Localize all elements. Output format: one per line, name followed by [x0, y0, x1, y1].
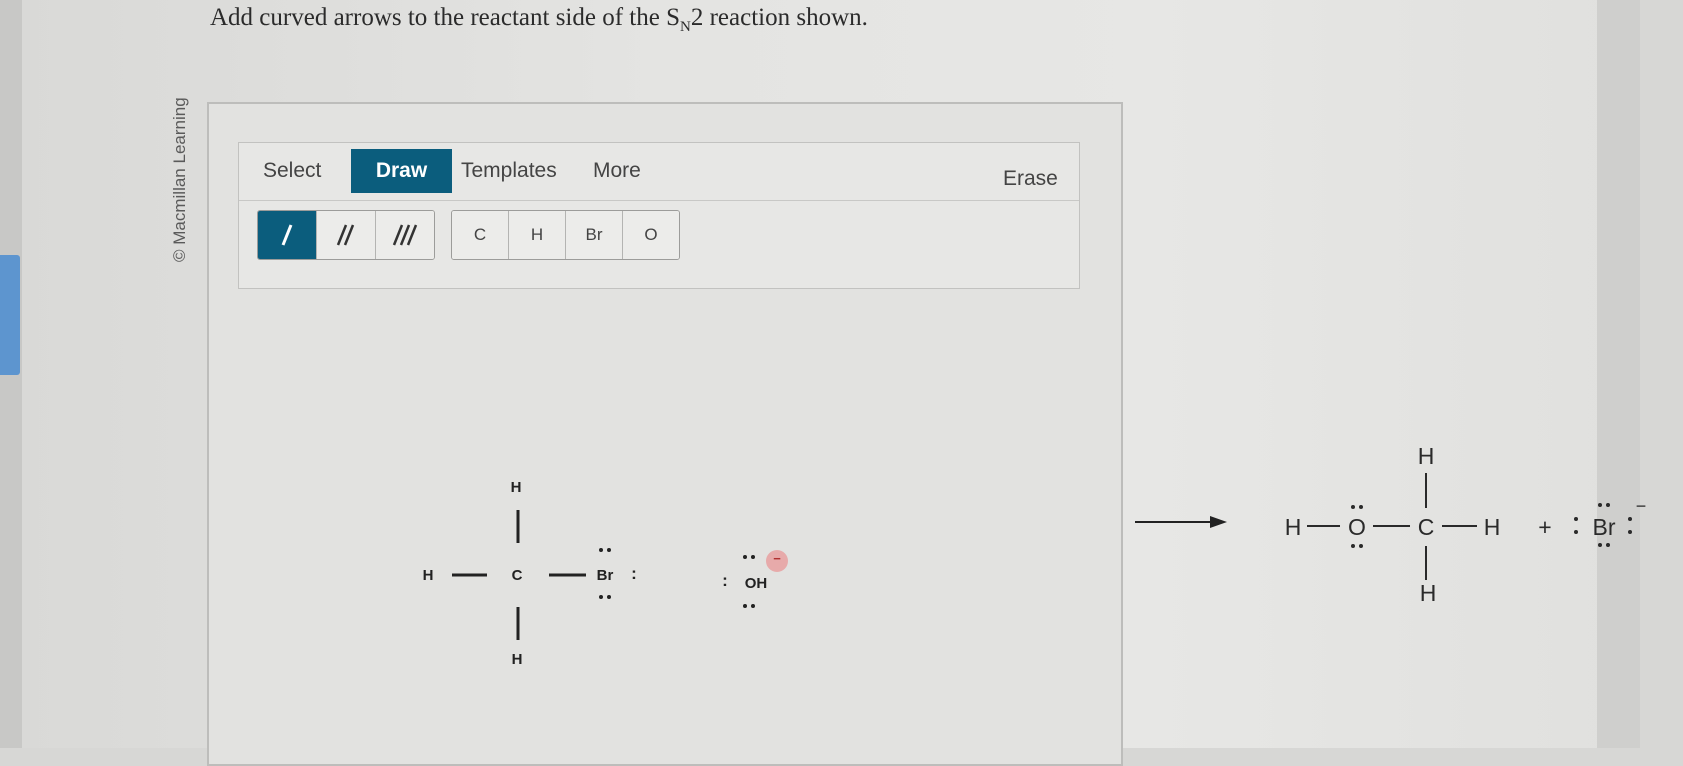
page-right-edge — [1597, 0, 1640, 748]
double-bond-button[interactable] — [317, 211, 376, 259]
atom-button-o[interactable]: O — [623, 211, 679, 259]
question-prompt: Add curved arrows to the reactant side o… — [210, 4, 868, 36]
atom-button-c[interactable]: C — [452, 211, 509, 259]
erase-button[interactable]: Erase — [1003, 157, 1058, 201]
tab-more[interactable]: More — [593, 149, 641, 193]
atom-h-top[interactable]: H — [511, 479, 522, 496]
atom-hydroxide[interactable]: OH — [745, 575, 768, 592]
tab-draw[interactable]: Draw — [351, 149, 452, 193]
atom-carbon[interactable]: C — [512, 567, 523, 584]
bond-tool-group — [257, 210, 435, 260]
side-tab[interactable] — [0, 255, 20, 375]
atom-h-left[interactable]: H — [423, 567, 434, 584]
atom-h-bottom[interactable]: H — [512, 651, 523, 668]
single-bond-icon — [281, 224, 293, 246]
atom-button-h[interactable]: H — [509, 211, 566, 259]
sketcher-toolbar: Select Draw Templates More Erase C H Br … — [238, 142, 1080, 289]
atom-tool-group: C H Br O — [451, 210, 680, 260]
triple-bond-icon — [392, 224, 418, 246]
tab-templates[interactable]: Templates — [461, 149, 557, 193]
question-text-part1: Add curved arrows to the reactant side o… — [210, 4, 680, 31]
tab-select[interactable]: Select — [263, 149, 321, 193]
triple-bond-button[interactable] — [376, 211, 434, 259]
atom-bromine[interactable]: Br — [597, 567, 614, 584]
atom-button-br[interactable]: Br — [566, 211, 623, 259]
question-subscript: N — [679, 19, 691, 35]
single-bond-button[interactable] — [258, 211, 317, 259]
toolbar-divider — [239, 200, 1079, 201]
double-bond-icon — [336, 224, 355, 246]
copyright-label: © Macmillan Learning — [170, 97, 189, 262]
question-text-part2: 2 reaction shown. — [690, 4, 868, 31]
